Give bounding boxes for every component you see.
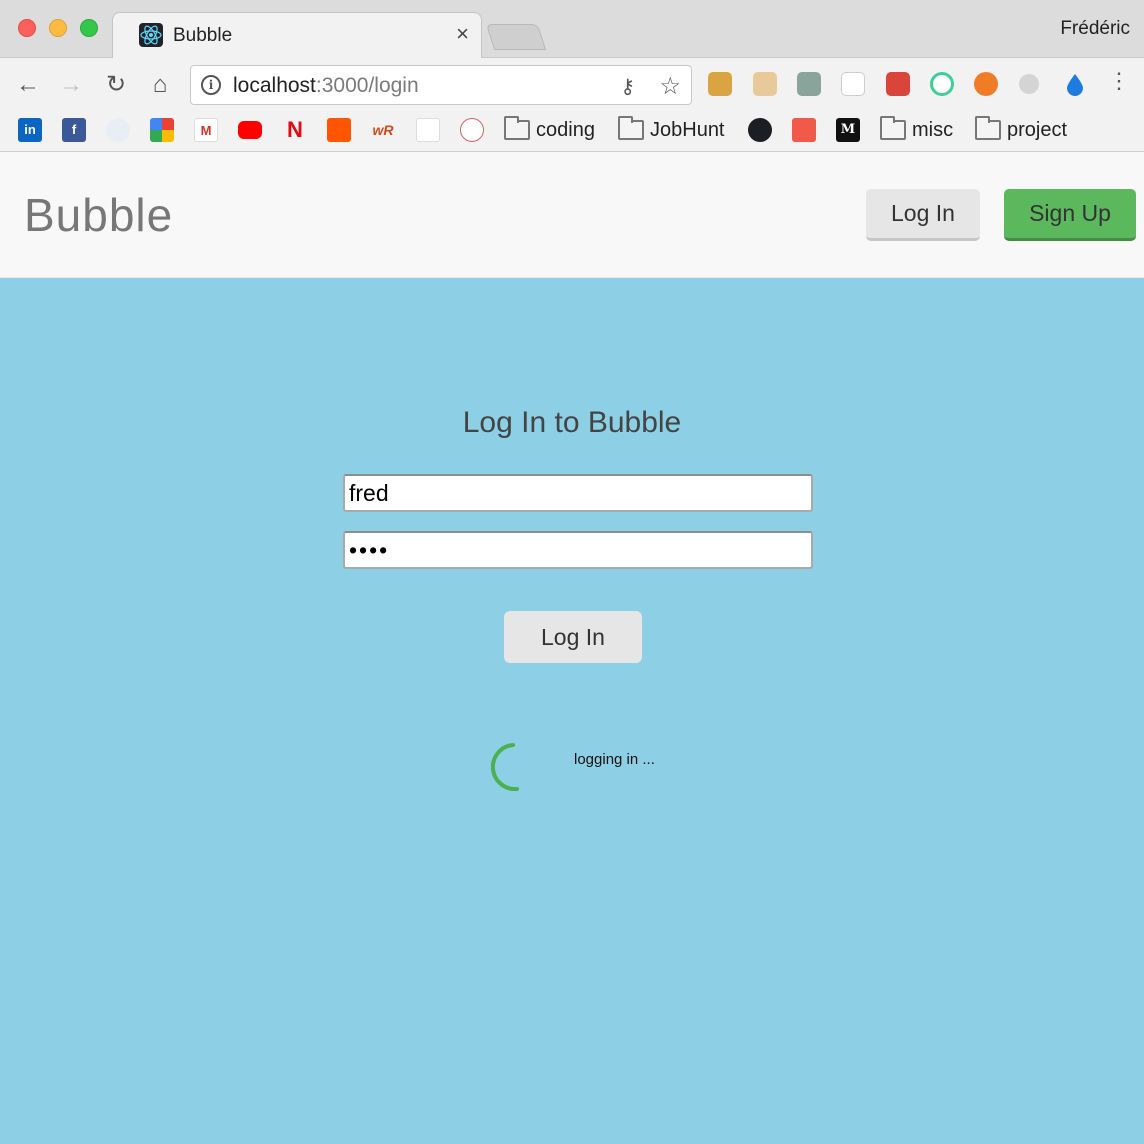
url-path: :3000/login	[315, 74, 419, 97]
bookmark-plant-icon[interactable]	[416, 118, 440, 142]
bookmark-folder-jobhunt[interactable]: JobHunt	[618, 116, 725, 144]
folder-label: coding	[536, 118, 595, 141]
folder-icon	[504, 116, 530, 140]
folder-label: misc	[912, 118, 954, 141]
new-tab-button[interactable]	[485, 24, 547, 50]
address-url[interactable]: localhost:3000/login	[233, 74, 419, 98]
bookmark-codepen-icon[interactable]	[792, 118, 816, 142]
url-host: localhost	[233, 74, 316, 97]
browser-toolbar: ← → ↻ ⌂ i localhost:3000/login ⚷ ☆ ⋮	[0, 58, 1144, 112]
address-bar[interactable]: i localhost:3000/login ⚷ ☆	[190, 65, 692, 105]
bookmark-reddit-icon[interactable]	[106, 118, 130, 142]
bookmark-linkedin-icon[interactable]: in	[18, 118, 42, 142]
folder-icon	[880, 116, 906, 140]
login-page: Log In to Bubble Log In logging in ...	[0, 278, 1144, 1144]
bookmark-github-icon[interactable]	[748, 118, 772, 142]
browser-menu-icon[interactable]: ⋮	[1108, 70, 1130, 92]
bookmark-folder-coding[interactable]: coding	[504, 116, 595, 144]
app-navbar: Bubble Log In Sign Up	[0, 152, 1144, 278]
folder-icon	[975, 116, 1001, 140]
tab-title: Bubble	[173, 25, 233, 46]
home-icon[interactable]: ⌂	[146, 71, 174, 99]
username-input[interactable]	[343, 474, 813, 512]
extension-drop-icon[interactable]	[1063, 72, 1087, 96]
extension-box-icon[interactable]	[708, 72, 732, 96]
bookmark-star-icon[interactable]: ☆	[659, 72, 681, 101]
extension-tools-icon[interactable]	[753, 72, 777, 96]
nav-signup-button[interactable]: Sign Up	[1004, 189, 1136, 241]
bookmark-pinwheel-icon[interactable]	[150, 118, 174, 142]
folder-label: JobHunt	[650, 118, 725, 141]
bookmark-folder-misc[interactable]: misc	[880, 116, 953, 144]
bookmark-medium-icon[interactable]: M	[836, 118, 860, 142]
login-submit-button[interactable]: Log In	[504, 611, 642, 663]
login-title: Log In to Bubble	[462, 406, 682, 439]
extension-eyedropper-icon[interactable]	[797, 72, 821, 96]
close-window-button[interactable]	[18, 19, 36, 37]
profile-name[interactable]: Frédéric	[1060, 18, 1130, 40]
loading-spinner-icon	[490, 743, 519, 792]
folder-icon	[618, 116, 644, 140]
brand-logo[interactable]: Bubble	[24, 188, 173, 242]
extension-blank-icon[interactable]	[841, 72, 865, 96]
bookmarks-bar: in f M N wR coding JobHunt M misc projec…	[0, 112, 1144, 152]
extension-lifering-icon[interactable]	[974, 72, 998, 96]
bookmark-gmail-icon[interactable]: M	[194, 118, 218, 142]
tab-close-icon[interactable]: ×	[456, 23, 469, 45]
forward-icon[interactable]: →	[57, 71, 85, 99]
bookmark-netflix-icon[interactable]: N	[283, 118, 307, 142]
nav-login-button[interactable]: Log In	[866, 189, 980, 241]
bookmark-wordreference-icon[interactable]: wR	[371, 118, 395, 142]
reload-icon[interactable]: ↻	[102, 71, 130, 99]
extension-target-icon[interactable]	[930, 72, 954, 96]
extension-react-devtools-icon[interactable]	[886, 72, 910, 96]
bookmark-folder-project[interactable]: project	[975, 116, 1067, 144]
extension-gray-dot-icon[interactable]	[1019, 74, 1039, 94]
bookmark-youtube-icon[interactable]	[238, 121, 262, 139]
browser-titlebar: Bubble × Frédéric	[0, 0, 1144, 58]
bookmark-cs-icon[interactable]	[460, 118, 484, 142]
back-icon[interactable]: ←	[14, 71, 42, 99]
saved-password-key-icon[interactable]: ⚷	[620, 74, 635, 99]
site-info-icon[interactable]: i	[201, 75, 221, 95]
minimize-window-button[interactable]	[49, 19, 67, 37]
react-favicon-icon	[139, 23, 163, 47]
browser-tab-active[interactable]: Bubble ×	[112, 12, 482, 58]
login-status-text: logging in ...	[574, 751, 655, 768]
password-input[interactable]	[343, 531, 813, 569]
maximize-window-button[interactable]	[80, 19, 98, 37]
folder-label: project	[1007, 118, 1068, 141]
bookmark-facebook-icon[interactable]: f	[62, 118, 86, 142]
bookmark-soundcloud-icon[interactable]	[327, 118, 351, 142]
